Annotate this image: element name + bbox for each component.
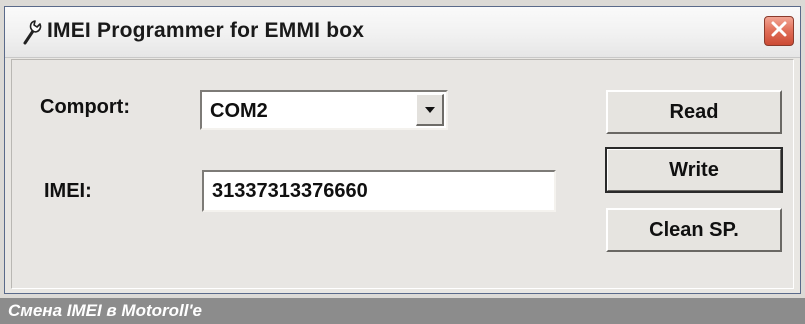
screenshot-frame: IMEI Programmer for EMMI box Comport: CO…	[0, 0, 805, 324]
read-button[interactable]: Read	[606, 90, 782, 134]
write-button[interactable]: Write	[605, 147, 783, 193]
close-button[interactable]	[764, 16, 794, 46]
clean-sp-button[interactable]: Clean SP.	[606, 208, 782, 252]
title-bar[interactable]: IMEI Programmer for EMMI box	[5, 7, 800, 58]
comport-selected-value: COM2	[210, 100, 268, 122]
comport-select[interactable]: COM2	[200, 90, 448, 130]
comport-label: Comport:	[40, 96, 130, 118]
wrench-icon	[19, 19, 43, 45]
image-caption: Смена IMEI в Motoroll'e	[8, 301, 202, 320]
dropdown-arrow-button[interactable]	[416, 94, 444, 126]
imei-input[interactable]	[202, 170, 556, 212]
window-title: IMEI Programmer for EMMI box	[47, 19, 365, 42]
close-icon	[770, 20, 788, 43]
dialog-window: IMEI Programmer for EMMI box Comport: CO…	[4, 6, 801, 294]
chevron-down-icon	[424, 101, 436, 119]
dialog-body: Comport: COM2 IMEI: Read Write Clean SP.	[11, 59, 794, 289]
imei-label: IMEI:	[44, 180, 92, 202]
caption-bar: Смена IMEI в Motoroll'e	[0, 298, 805, 324]
